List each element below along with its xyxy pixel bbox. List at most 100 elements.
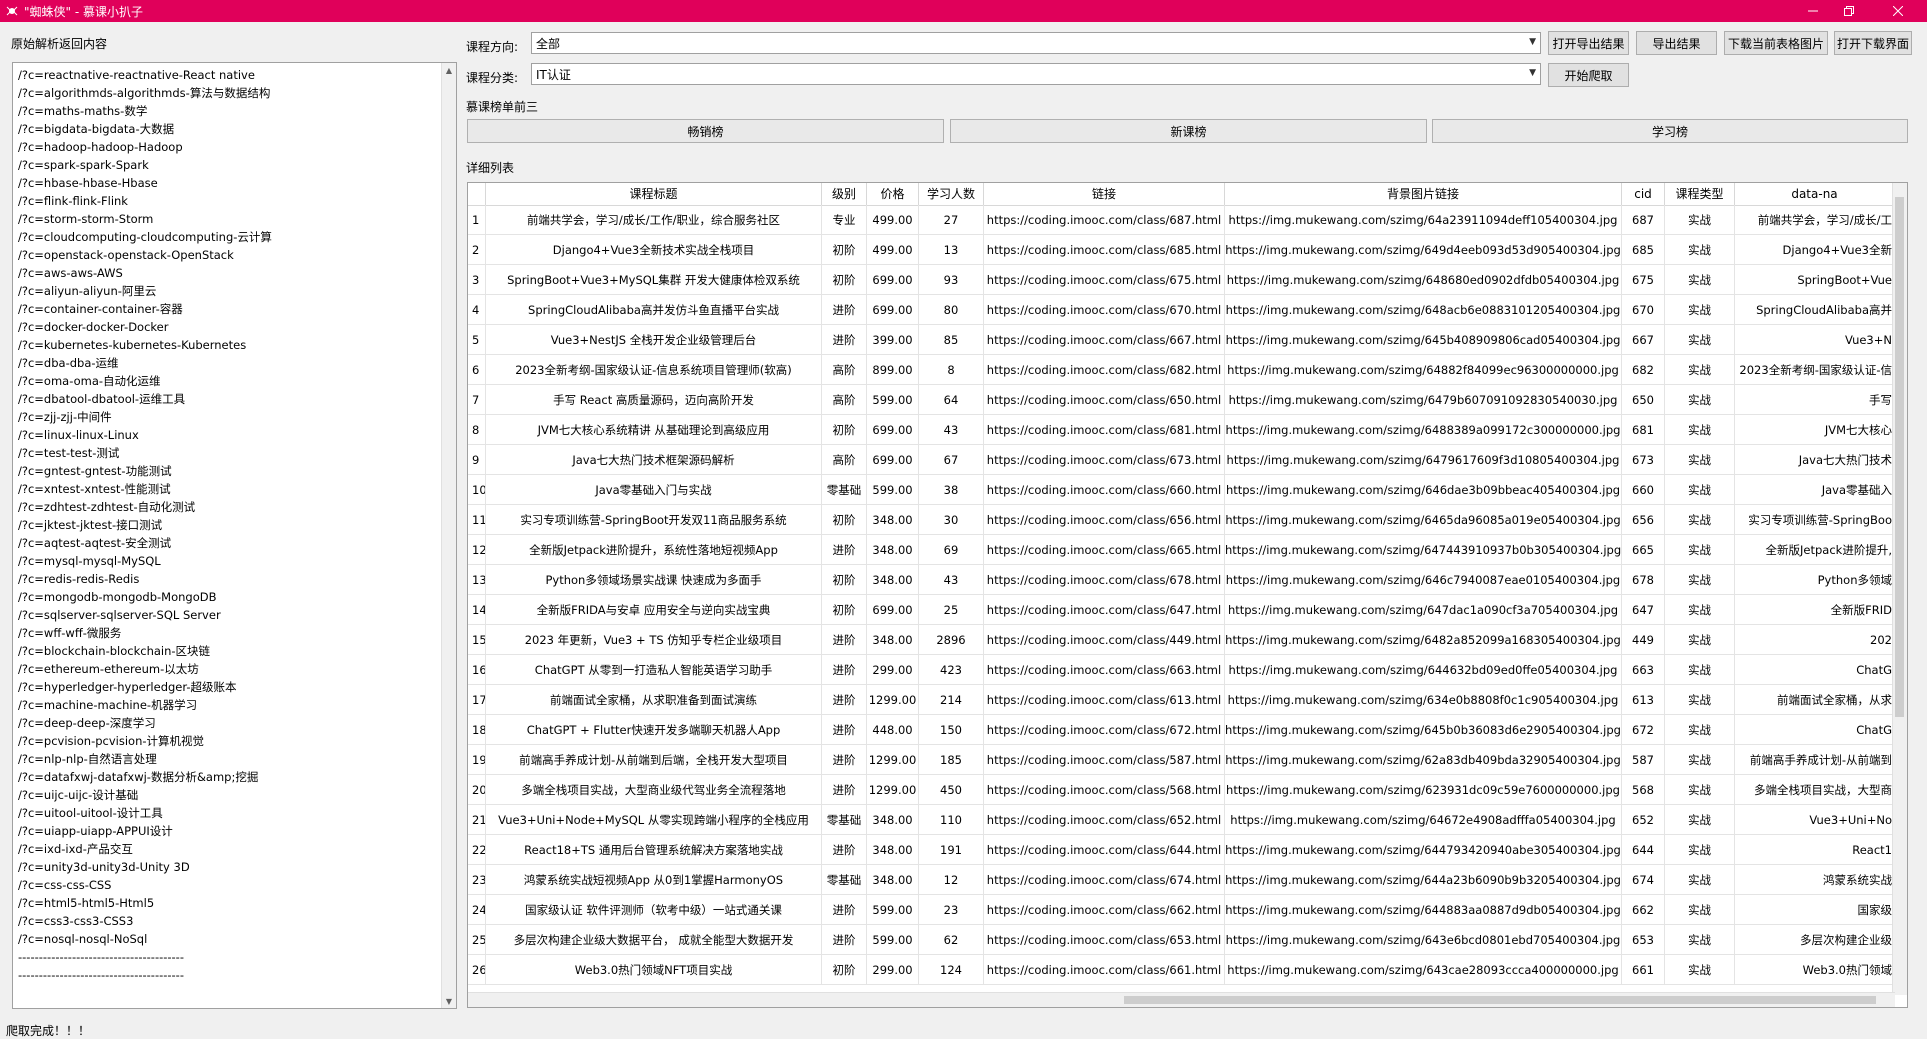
table-cell: https://img.mukewang.com/szimg/62a83db40… (1225, 745, 1622, 775)
column-header[interactable]: cid (1622, 183, 1665, 205)
tab-study[interactable]: 学习榜 (1432, 119, 1908, 143)
table-cell: 实战 (1665, 655, 1735, 685)
table-cell: 43 (919, 415, 984, 445)
table-cell: 653 (1622, 925, 1665, 955)
table-row[interactable]: 20 多端全栈项目实战，大型商业级代驾业务全流程落地 进阶 1299.00 450 htt… (468, 775, 1895, 805)
table-cell: 22 (468, 835, 486, 865)
table-row[interactable]: 5 Vue3+NestJS 全栈开发企业级管理后台 进阶 399.00 85 https:… (468, 325, 1895, 355)
column-header[interactable]: 课程标题 (486, 183, 822, 205)
open-export-button[interactable]: 打开导出结果 (1548, 31, 1629, 55)
course-table[interactable]: 课程标题 级别 价格 学习人数 链接 背景图片链接 cid 课程类型 data-na 1 前端共学… (467, 182, 1908, 1008)
table-cell: https://coding.imooc.com/class/661.html (984, 955, 1225, 985)
table-row[interactable]: 17 前端面试全家桶，从求职准备到面试演练 进阶 1299.00 214 https://… (468, 685, 1895, 715)
table-cell: 20 (468, 775, 486, 805)
table-row[interactable]: 14 全新版FRIDA与安卓 应用安全与逆向实战宝典 初阶 699.00 25 https… (468, 595, 1895, 625)
table-cell: 2023全新考纲-国家级认证-信息系统项目管理师(软高) (486, 355, 822, 385)
table-cell: https://coding.imooc.com/class/652.html (984, 805, 1225, 835)
table-cell: 202 (1735, 625, 1895, 655)
table-cell: 13 (919, 235, 984, 265)
raw-output-line: ---------------------------------------- (18, 950, 184, 964)
open-download-button[interactable]: 打开下载界面 (1834, 31, 1912, 55)
table-cell: 599.00 (867, 385, 919, 415)
table-row[interactable]: 15 2023 年更新，Vue3 + TS 仿知乎专栏企业级项目 进阶 348.00 2… (468, 625, 1895, 655)
table-row[interactable]: 9 Java七大热门技术框架源码解析 高阶 699.00 67 https://codin… (468, 445, 1895, 475)
restore-icon[interactable] (1826, 0, 1872, 22)
table-cell: 682 (1622, 355, 1665, 385)
table-cell: https://coding.imooc.com/class/685.html (984, 235, 1225, 265)
table-cell: 661 (1622, 955, 1665, 985)
table-row[interactable]: 23 鸿蒙系统实战短视频App 从0到1掌握HarmonyOS 零基础 348.00 1… (468, 865, 1895, 895)
scroll-thumb[interactable] (1124, 996, 1876, 1004)
table-row[interactable]: 25 多层次构建企业级大数据平台， 成就全能型大数据开发 进阶 599.00 62 htt… (468, 925, 1895, 955)
table-cell: 实战 (1665, 295, 1735, 325)
start-crawl-button[interactable]: 开始爬取 (1548, 63, 1629, 87)
raw-output-textarea[interactable]: /?c=reactnative-reactnative-React native… (12, 62, 457, 1009)
table-cell: 3 (468, 265, 486, 295)
direction-select[interactable]: 全部 ▼ (531, 32, 1541, 54)
table-cell: 进阶 (822, 745, 867, 775)
table-row[interactable]: 7 手写 React 高质量源码，迈向高阶开发 高阶 599.00 64 https://… (468, 385, 1895, 415)
table-row[interactable]: 19 前端高手养成计划-从前端到后端，全栈开发大型项目 进阶 1299.00 185 ht… (468, 745, 1895, 775)
table-vertical-scrollbar[interactable] (1892, 183, 1907, 995)
table-cell: 80 (919, 295, 984, 325)
scroll-thumb[interactable] (1895, 197, 1904, 717)
table-row[interactable]: 10 Java零基础入门与实战 零基础 599.00 38 https://coding.… (468, 475, 1895, 505)
raw-output-line: /?c=hyperledger-hyperledger-超级账本 (18, 680, 237, 694)
table-cell: 699.00 (867, 295, 919, 325)
table-row[interactable]: 18 ChatGPT + Flutter快速开发多端聊天机器人App 进阶 448.0… (468, 715, 1895, 745)
table-row[interactable]: 6 2023全新考纲-国家级认证-信息系统项目管理师(软高) 高阶 899.00 8 ht… (468, 355, 1895, 385)
table-cell: SpringBoot+Vue3+MySQL集群 开发大健康体检双系统 (486, 265, 822, 295)
table-cell: https://coding.imooc.com/class/667.html (984, 325, 1225, 355)
table-cell: https://img.mukewang.com/szimg/647961760… (1225, 445, 1622, 475)
table-cell: 21 (468, 805, 486, 835)
column-header[interactable]: 背景图片链接 (1225, 183, 1622, 205)
table-row[interactable]: 24 国家级认证 软件评测师（软考中级）一站式通关课 进阶 599.00 23 https… (468, 895, 1895, 925)
scroll-down-icon[interactable]: ▼ (442, 994, 456, 1008)
export-button[interactable]: 导出结果 (1636, 31, 1717, 55)
table-row[interactable]: 11 实习专项训练营-SpringBoot开发双11商品服务系统 初阶 348.00 3… (468, 505, 1895, 535)
raw-output-line: /?c=css3-css3-CSS3 (18, 914, 134, 928)
column-header[interactable]: 学习人数 (919, 183, 984, 205)
column-header[interactable]: data-na (1735, 183, 1895, 205)
table-cell: 进阶 (822, 295, 867, 325)
column-header[interactable]: 课程类型 (1665, 183, 1735, 205)
table-row[interactable]: 22 React18+TS 通用后台管理系统解决方案落地实战 进阶 348.00 191… (468, 835, 1895, 865)
table-cell: 初阶 (822, 565, 867, 595)
column-header[interactable]: 价格 (867, 183, 919, 205)
tab-new-courses[interactable]: 新课榜 (950, 119, 1427, 143)
scroll-up-icon[interactable]: ▲ (442, 63, 456, 77)
tab-best-sellers[interactable]: 畅销榜 (467, 119, 944, 143)
column-header[interactable]: 级别 (822, 183, 867, 205)
table-cell: https://img.mukewang.com/szimg/646c79400… (1225, 565, 1622, 595)
raw-output-line: /?c=openstack-openstack-OpenStack (18, 248, 234, 262)
table-cell: 38 (919, 475, 984, 505)
table-cell: 鸿蒙系统实战短视频App 从0到1掌握HarmonyOS (486, 865, 822, 895)
table-row[interactable]: 13 Python多领域场景实战课 快速成为多面手 初阶 348.00 43 https:… (468, 565, 1895, 595)
table-row[interactable]: 8 JVM七大核心系统精讲 从基础理论到高级应用 初阶 699.00 43 https:/… (468, 415, 1895, 445)
table-row[interactable]: 4 SpringCloudAlibaba高并发仿斗鱼直播平台实战 进阶 699.00 8… (468, 295, 1895, 325)
column-header[interactable] (468, 183, 486, 205)
download-table-image-button[interactable]: 下载当前表格图片 (1724, 31, 1828, 55)
close-icon[interactable] (1875, 0, 1921, 22)
table-row[interactable]: 1 前端共学会，学习/成长/工作/职业，综合服务社区 专业 499.00 27 https… (468, 205, 1895, 235)
table-row[interactable]: 16 ChatGPT 从零到一打造私人智能英语学习助手 进阶 299.00 423 htt… (468, 655, 1895, 685)
raw-output-line: /?c=linux-linux-Linux (18, 428, 139, 442)
column-header[interactable]: 链接 (984, 183, 1225, 205)
table-row[interactable]: 3 SpringBoot+Vue3+MySQL集群 开发大健康体检双系统 初阶 699… (468, 265, 1895, 295)
table-row[interactable]: 21 Vue3+Uni+Node+MySQL 从零实现跨端小程序的全栈应用 零基础 3… (468, 805, 1895, 835)
raw-output-line: /?c=wff-wff-微服务 (18, 626, 122, 640)
table-cell: 64 (919, 385, 984, 415)
table-cell: https://img.mukewang.com/szimg/6479b6070… (1225, 385, 1622, 415)
table-cell: 初阶 (822, 235, 867, 265)
table-cell: 23 (468, 865, 486, 895)
chevron-down-icon: ▼ (1529, 68, 1536, 78)
raw-output-scrollbar[interactable]: ▲ ▼ (441, 63, 456, 1008)
table-row[interactable]: 12 全新版Jetpack进阶提升，系统性落地短视频App 进阶 348.00 69 ht… (468, 535, 1895, 565)
category-select[interactable]: IT认证 ▼ (531, 63, 1541, 85)
table-row[interactable]: 26 Web3.0热门领域NFT项目实战 初阶 299.00 124 https://co… (468, 955, 1895, 985)
table-horizontal-scrollbar[interactable] (468, 992, 1895, 1007)
table-cell: ChatG (1735, 655, 1895, 685)
table-row[interactable]: 2 Django4+Vue3全新技术实战全栈项目 初阶 499.00 13 https:/… (468, 235, 1895, 265)
raw-output-line: /?c=unity3d-unity3d-Unity 3D (18, 860, 190, 874)
table-cell: 多端全栈项目实战，大型商 (1735, 775, 1895, 805)
